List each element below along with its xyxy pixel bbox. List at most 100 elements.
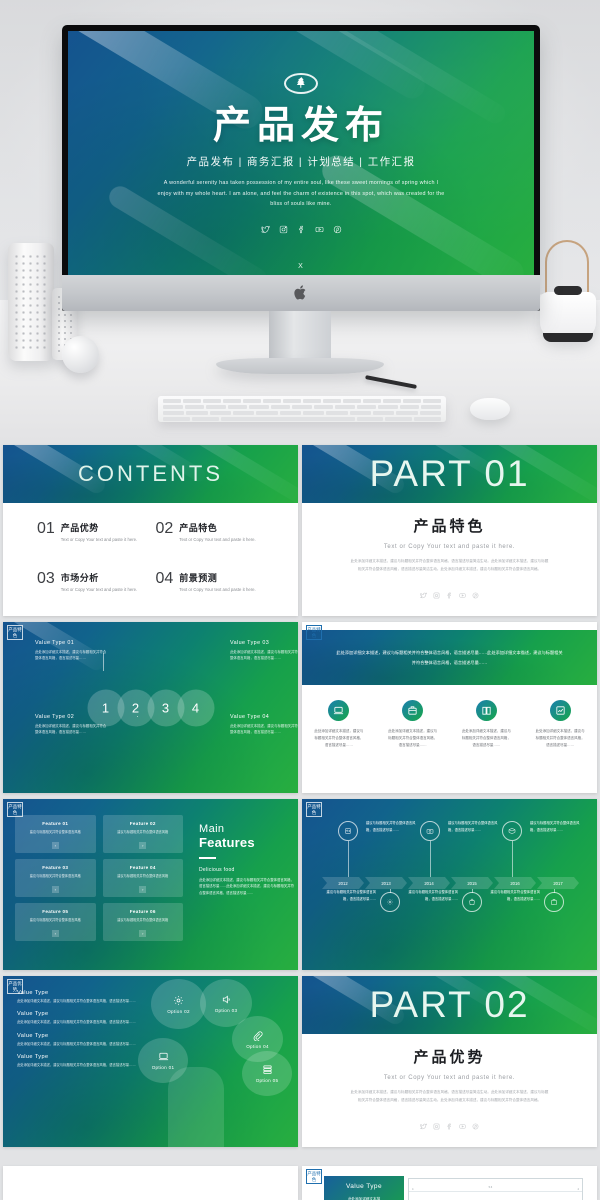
option-bubble-02[interactable]: Option 02 [151, 979, 206, 1029]
contents-item[interactable]: 02 产品特色 Text or Copy Your text and paste… [156, 521, 265, 549]
twitter-icon[interactable] [260, 221, 270, 239]
slide-bottom-chart[interactable]: 产品特色 Value Type 此处添加详细文本描 4 3 4 3 5.6 [302, 1166, 597, 1200]
contents-item[interactable]: 01 产品优势 Text or Copy Your text and paste… [37, 521, 146, 549]
feature-desc: 建议与标题相关并符合整体语言风格 [117, 918, 169, 922]
chevron-right-icon[interactable]: › [51, 930, 59, 937]
teapot-base [543, 333, 593, 342]
social-icon-row [260, 221, 342, 239]
slide-contents[interactable]: CONTENTS 01 产品优势 Text or Copy Your text … [3, 445, 298, 616]
instagram-icon[interactable] [279, 221, 288, 239]
feature-card[interactable]: Feature 01 建议与标题相关并符合整体语言风格 › [15, 815, 96, 853]
feature-desc: 建议与标题相关并符合整体语言风格 [29, 918, 81, 922]
chevron-right-icon[interactable]: › [139, 930, 147, 937]
teapot-lid [554, 286, 582, 295]
chevron-right-icon[interactable]: › [139, 886, 147, 893]
magic-mouse-prop [470, 398, 510, 420]
part-band: PART 02 [302, 976, 597, 1034]
slide-options[interactable]: 产品优势 Value Type 此处添加详细文本描述，建议与标题相关并符合整体语… [3, 976, 298, 1147]
timeline-year-track: 2012 2013 2014 2015 2016 2017 [322, 877, 580, 889]
page-title: 产品发布 [212, 105, 389, 147]
option-bubble-05[interactable]: Option 05 [242, 1051, 292, 1096]
contents-item-desc: Text or Copy Your text and paste it here… [179, 586, 256, 592]
option-list-title: Value Type [17, 990, 49, 996]
timeline-year: 2016 [494, 877, 536, 889]
divider-mark: X [298, 262, 304, 270]
slide-tag-badge: 产品特色 [7, 625, 23, 640]
icon-column[interactable]: 此处添加详细文本描述，建议与标题相关并符合整体语言风格，语言描述尽量…… [523, 700, 597, 749]
slide-tag-badge: 产品特色 [306, 802, 322, 817]
part-cn-title: 产品优势 [413, 1049, 486, 1066]
timeline-desc: 建议与标题相关并符合整体语言风格，语言描述尽量…… [408, 890, 458, 901]
chevron-right-icon[interactable]: › [51, 886, 59, 893]
timeline-year: 2017 [537, 877, 579, 889]
contents-item[interactable]: 04 前景预测 Text or Copy Your text and paste… [156, 570, 265, 599]
apple-keyboard-prop [158, 396, 446, 422]
pinterest-icon[interactable] [472, 1117, 479, 1135]
slide-part-02[interactable]: PART 02 产品优势 Text or Copy Your text and … [302, 976, 597, 1147]
slide-bottom-text[interactable]: 产品优势 此处添加详细文本描述，建议与标题相关并符合整体语言风格，语言描述尽量…… [3, 1166, 298, 1200]
timeline-year: 2012 [322, 877, 364, 889]
option-list-title: Value Type [17, 1011, 49, 1018]
feature-card[interactable]: Feature 04 建议与标题相关并符合整体语言风格 › [102, 859, 183, 897]
timeline-year: 2014 [408, 877, 450, 889]
contents-item-number: 02 [155, 520, 174, 537]
icon-column-row: 此处添加详细文本描述，建议与标题相关并符合整体语言风格，语言描述尽量…… 此处添… [302, 700, 597, 749]
feature-card[interactable]: Feature 03 建议与标题相关并符合整体语言风格 › [15, 859, 96, 897]
youtube-icon[interactable] [459, 1117, 466, 1135]
contents-item[interactable]: 03 市场分析 Text or Copy Your text and paste… [37, 570, 146, 599]
feature-title: Feature 02 [129, 821, 156, 826]
slide-part-01[interactable]: PART 01 产品特色 Text or Copy Your text and … [302, 445, 597, 616]
slide-four-icons[interactable]: 产品特色 此处添加详细文本描述，建议与标题相关并符合整体语言风格，语言描述尽量…… [302, 622, 597, 793]
book-icon [475, 700, 497, 721]
instagram-icon[interactable] [433, 1117, 440, 1135]
slide-main-features[interactable]: 产品特色 Feature 01 建议与标题相关并符合整体语言风格 › Featu… [3, 799, 298, 970]
feature-card[interactable]: Feature 02 建议与标题相关并符合整体语言风格 › [102, 815, 183, 853]
pinterest-icon[interactable] [472, 586, 479, 604]
icon-column[interactable]: 此处添加详细文本描述，建议与标题相关并符合整体语言风格，语言描述尽量…… [376, 700, 450, 749]
instagram-icon[interactable] [433, 586, 440, 604]
tree-crest-icon [284, 73, 318, 94]
chevron-right-icon[interactable]: › [51, 842, 59, 849]
value-label-desc: 此处添加详细文本描述，建议与标题相关并符合整体语言风格，语言描述尽量…… [230, 724, 298, 735]
slide-tag-badge: 产品优势 [7, 1169, 23, 1184]
twitter-icon[interactable] [419, 1117, 427, 1135]
feature-card[interactable]: Feature 06 建议与标题相关并符合整体语言风格 › [102, 903, 183, 941]
timeline-desc: 建议与标题相关并符合整体语言风格，语言描述尽量…… [448, 821, 498, 832]
part-body: 产品优势 Text or Copy Your text and paste it… [302, 1034, 597, 1147]
slide-timeline[interactable]: 产品特色 建议与标题相关并符合整体语言风格，语言描述尽量…… 建议与标题相关并符… [302, 799, 597, 970]
intro-text-block: 此处添加详细文本描述，建议与标题相关并符合整体语言风格，语言描述尽量……此处添加… [302, 630, 597, 685]
facebook-icon[interactable] [446, 586, 453, 604]
divider-rule [199, 857, 216, 859]
bottom-slide-text: 此处添加详细文本描述，建议与标题相关并符合整体语言风格，语言描述尽量……此处添加… [56, 1175, 245, 1190]
timeline-year: 2015 [451, 877, 493, 889]
slide-grid-partial-row: 产品优势 此处添加详细文本描述，建议与标题相关并符合整体语言风格，语言描述尽量…… [0, 1166, 600, 1200]
timeline-desc: 建议与标题相关并符合整体语言风格，语言描述尽量…… [490, 890, 540, 901]
contents-item-title: 前景预测 [179, 572, 218, 583]
slide-tag-badge: 产品优势 [7, 979, 23, 994]
feature-desc: 建议与标题相关并符合整体语言风格 [29, 830, 81, 834]
option-bubble-01[interactable]: Option 01 [138, 1038, 188, 1083]
features-body-text: 此处添加详细文本描述，建议与标题相关并符合整体语言风格，语言描述尽量……此处添加… [199, 877, 294, 896]
contents-item-desc: Text or Copy Your text and paste it here… [60, 586, 138, 592]
pinterest-icon[interactable] [333, 221, 342, 239]
icon-column[interactable]: 此处添加详细文本描述，建议与标题相关并符合整体语言风格，语言描述尽量…… [450, 700, 524, 749]
facebook-icon[interactable] [297, 221, 306, 239]
title-subtitle: 产品发布 | 商务汇报 | 计划总结 | 工作汇报 [186, 156, 416, 168]
feature-desc: 建议与标题相关并符合整体语言风格 [29, 874, 81, 878]
icon-desc: 此处添加详细文本描述，建议与标题相关并符合整体语言风格，语言描述尽量…… [535, 729, 585, 747]
option-label: Option 03 [214, 1007, 238, 1013]
icon-column[interactable]: 此处添加详细文本描述，建议与标题相关并符合整体语言风格，语言描述尽量…… [302, 700, 376, 749]
youtube-icon[interactable] [459, 586, 466, 604]
timeline-year: 2013 [365, 877, 407, 889]
chevron-right-icon[interactable]: › [139, 842, 147, 849]
briefcase-icon [402, 700, 424, 721]
title-slide-content: 产品发布 产品发布 | 商务汇报 | 计划总结 | 工作汇报 A wonderf… [68, 31, 534, 275]
feature-card[interactable]: Feature 05 建议与标题相关并符合整体语言风格 › [15, 903, 96, 941]
youtube-icon[interactable] [315, 221, 324, 239]
facebook-icon[interactable] [446, 1117, 453, 1135]
contents-item-number: 01 [37, 520, 55, 537]
twitter-icon[interactable] [419, 586, 427, 604]
chart-point-label: 5.6 [488, 1186, 493, 1189]
slide-value-circles[interactable]: 产品特色 Value Type 01 此处添加详细文本描述，建议与标题相关并符合… [3, 622, 298, 793]
chart-card-title: Value Type [346, 1183, 382, 1190]
